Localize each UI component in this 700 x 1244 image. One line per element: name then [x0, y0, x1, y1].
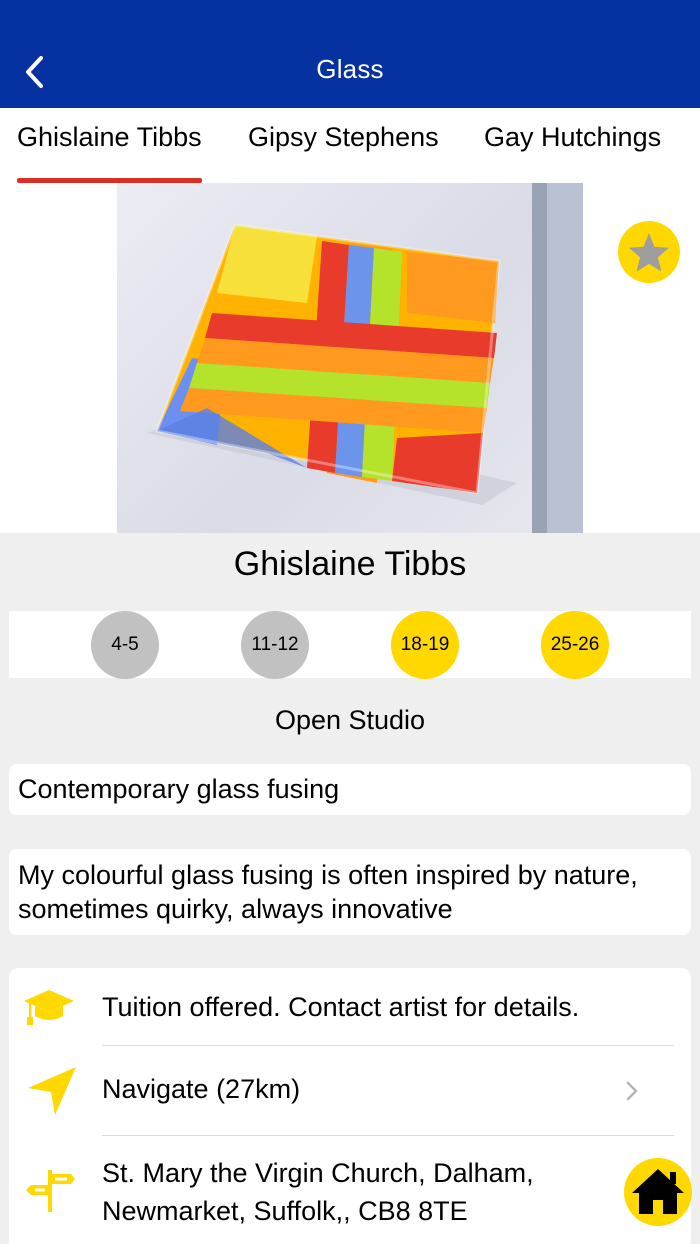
address-text: St. Mary the Virgin Church, Dalham, Newm…: [102, 1158, 534, 1226]
artist-name: Ghislaine Tibbs: [233, 545, 467, 583]
artist-tabs: Ghislaine Tibbs Gipsy Stephens Gay Hutch…: [0, 108, 700, 183]
description-card: My colourful glass fusing is often inspi…: [9, 849, 691, 935]
graduation-cap-icon: [24, 990, 74, 1025]
navigate-row[interactable]: Navigate (27km): [9, 1046, 691, 1135]
artwork-hero: [0, 183, 700, 533]
date-badge[interactable]: 18-19: [391, 611, 459, 679]
medium-text: Contemporary glass fusing: [18, 774, 340, 804]
description-text: My colourful glass fusing is often inspi…: [18, 860, 638, 924]
chevron-right-icon: [626, 1081, 638, 1101]
tuition-row: Tuition offered. Contact artist for deta…: [9, 968, 691, 1046]
date-badge[interactable]: 11-12: [241, 611, 309, 679]
venue-type: Open Studio: [274, 705, 426, 735]
favorite-button[interactable]: [618, 221, 680, 283]
date-badge[interactable]: 25-26: [541, 611, 609, 679]
signpost-icon: [26, 1170, 75, 1212]
navigate-text: Navigate (27km): [102, 1074, 301, 1104]
location-arrow-icon: [28, 1067, 76, 1115]
page-title: Glass: [316, 54, 384, 84]
tab-gay-hutchings[interactable]: Gay Hutchings: [484, 122, 661, 153]
date-badge[interactable]: 4-5: [91, 611, 159, 679]
tab-gipsy-stephens[interactable]: Gipsy Stephens: [248, 122, 439, 153]
star-icon: [628, 232, 670, 272]
medium-card: Contemporary glass fusing: [9, 764, 691, 815]
home-button[interactable]: [624, 1158, 692, 1226]
tab-ghislaine-tibbs[interactable]: Ghislaine Tibbs: [17, 122, 202, 183]
navigation-bar: Glass: [0, 0, 700, 108]
tuition-text: Tuition offered. Contact artist for deta…: [102, 992, 580, 1022]
home-icon: [632, 1169, 684, 1214]
artwork-photo[interactable]: [117, 183, 583, 533]
open-dates: 4-5 11-12 18-19 25-26: [9, 611, 691, 679]
address-row: St. Mary the Virgin Church, Dalham, Newm…: [9, 1136, 691, 1244]
info-list: Tuition offered. Contact artist for deta…: [9, 968, 691, 1244]
